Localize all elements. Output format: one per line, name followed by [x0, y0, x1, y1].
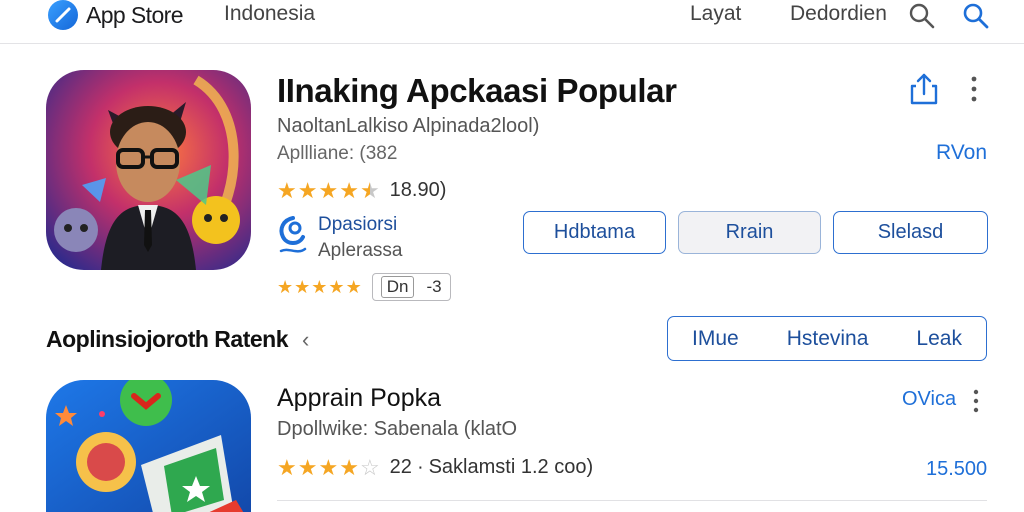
developer-name[interactable]: Dpasiorsi [318, 214, 397, 236]
app-store-brand[interactable]: App Store [48, 0, 183, 30]
star-icon: ★ [345, 277, 362, 297]
star-half-icon: ★ [359, 177, 380, 203]
action-button-1[interactable]: Hdbtama [523, 211, 666, 254]
featured-app-subtitle: NaoltanLalkiso Alpinada2lool) [277, 115, 540, 137]
second-app-rating: ★ ★ ★ ★ ☆ 22 ∙ Saklamsti 1.2 coo) [277, 456, 593, 479]
tag-badge: Dn [380, 276, 415, 298]
section-title-text: Aoplinsiojoroth Ratenk [46, 326, 289, 352]
more-options-icon[interactable] [968, 388, 984, 414]
star-icon: ★ [311, 277, 328, 297]
featured-app-meta: Apllliane: (382 [277, 143, 398, 164]
star-icon: ★ [318, 454, 339, 480]
more-options-icon[interactable] [964, 74, 984, 104]
star-icon: ★ [339, 454, 359, 480]
share-icon[interactable] [908, 72, 940, 106]
nav-layout-link[interactable]: Layat [690, 2, 741, 26]
second-app-price-button[interactable]: OVica [902, 388, 956, 411]
star-icon: ★ [297, 454, 318, 480]
action-button-3[interactable]: Slelasd [833, 211, 988, 254]
star-icon: ★ [339, 177, 359, 203]
featured-app-icon[interactable] [46, 70, 251, 270]
tag-box[interactable]: Dn -3 [371, 273, 451, 301]
star-icon: ★ [277, 177, 297, 203]
featured-app-title[interactable]: IInaking Apckaasi Popular [277, 72, 677, 110]
rating-stars: ★ ★ ★ ★ ★ [277, 177, 380, 203]
segment-3[interactable]: Leak [916, 327, 962, 351]
search-icon[interactable] [908, 2, 936, 30]
app-store-logo-icon [48, 0, 78, 30]
second-app-icon[interactable] [46, 380, 251, 512]
segmented-control: IMue Hstevina Leak [667, 316, 987, 361]
nav-second-link[interactable]: Dedordien [790, 2, 887, 26]
second-app-count: 15.500 [926, 458, 988, 480]
region-label[interactable]: Indonesia [224, 2, 315, 26]
star-icon: ★ [277, 277, 294, 297]
top-bar: App Store Indonesia Layat Dedordien [0, 0, 1024, 44]
featured-tags: ★ ★ ★ ★ ★ Dn -3 [277, 273, 451, 301]
developer-logo-icon [279, 216, 307, 253]
star-icon: ★ [328, 277, 345, 297]
tag-count: -3 [426, 277, 442, 296]
second-app-subtitle: Dpollwike: Sabenala (klatO [277, 418, 518, 440]
brand-name: App Store [86, 1, 183, 28]
action-button-2[interactable]: Rrain [678, 211, 821, 254]
star-icon: ★ [294, 277, 311, 297]
section-title: Aoplinsiojoroth Ratenk ‹ [46, 326, 309, 353]
second-app-rating-text: 22 ∙ Saklamsti 1.2 coo) [389, 456, 594, 478]
rating-stars: ★ ★ ★ ★ ☆ [277, 454, 380, 480]
chevron-left-icon[interactable]: ‹ [302, 327, 309, 353]
developer-subtitle: Aplerassa [318, 240, 403, 261]
star-icon: ★ [318, 177, 339, 203]
segment-1[interactable]: IMue [692, 327, 739, 351]
featured-rating: ★ ★ ★ ★ ★ 18.90) [277, 179, 446, 202]
segment-2[interactable]: Hstevina [787, 327, 869, 351]
search-active-icon[interactable] [962, 2, 990, 30]
star-icon: ★ [297, 177, 318, 203]
second-app-title[interactable]: Apprain Popka [277, 384, 441, 413]
rating-count: 18.90) [389, 179, 447, 201]
list-divider [277, 500, 987, 501]
featured-action-buttons: Hdbtama Rrain Slelasd [523, 211, 988, 254]
star-icon: ★ [277, 454, 297, 480]
star-empty-icon: ☆ [359, 454, 380, 480]
small-rating-stars: ★ ★ ★ ★ ★ [277, 278, 362, 296]
featured-price-button[interactable]: RVon [936, 141, 987, 165]
